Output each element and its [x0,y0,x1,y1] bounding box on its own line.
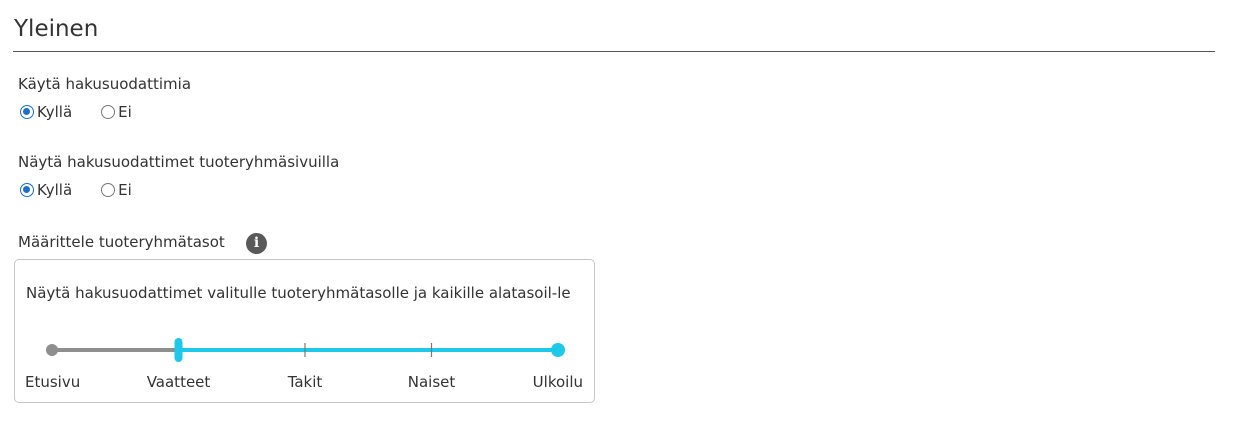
use-filters-yes-radio[interactable]: Kyllä [20,103,72,121]
slider-start-handle[interactable] [174,338,183,362]
use-filters-no-label: Ei [118,103,132,121]
slider-level-label: Vaatteet [146,373,211,391]
show-on-group-pages-label: Näytä hakusuodattimet tuoteryhmäsivuilla [18,153,340,171]
use-filters-radio-group: Kyllä Ei [20,101,132,123]
use-filters-label: Käytä hakusuodattimia [18,75,192,93]
slider-level-label: Ulkoilu [532,373,583,391]
section-divider [13,51,1215,52]
info-icon[interactable]: i [246,233,267,254]
slider-level-label: Etusivu [25,373,81,391]
section-title: Yleinen [14,16,99,42]
slider-level-label: Takit [287,373,323,391]
show-on-group-pages-no-label: Ei [118,181,132,199]
show-on-group-pages-yes-label: Kyllä [37,181,73,199]
radio-unchecked-icon[interactable] [101,105,116,119]
show-on-group-pages-yes-radio[interactable]: Kyllä [20,181,72,199]
slider-level-label: Naiset [407,373,456,391]
radio-unchecked-icon[interactable] [101,183,116,197]
use-filters-yes-label: Kyllä [37,103,73,121]
show-on-group-pages-no-radio[interactable]: Ei [101,181,132,199]
use-filters-no-radio[interactable]: Ei [101,103,132,121]
slider-end-handle[interactable] [551,343,565,357]
slider-start-dot [46,344,58,356]
radio-checked-icon[interactable] [20,183,34,197]
group-levels-label: Määrittele tuoteryhmätasot [18,233,225,251]
show-on-group-pages-radio-group: Kyllä Ei [20,179,132,201]
radio-checked-icon[interactable] [20,105,34,119]
group-levels-panel: Näytä hakusuodattimet valitulle tuoteryh… [14,259,595,403]
